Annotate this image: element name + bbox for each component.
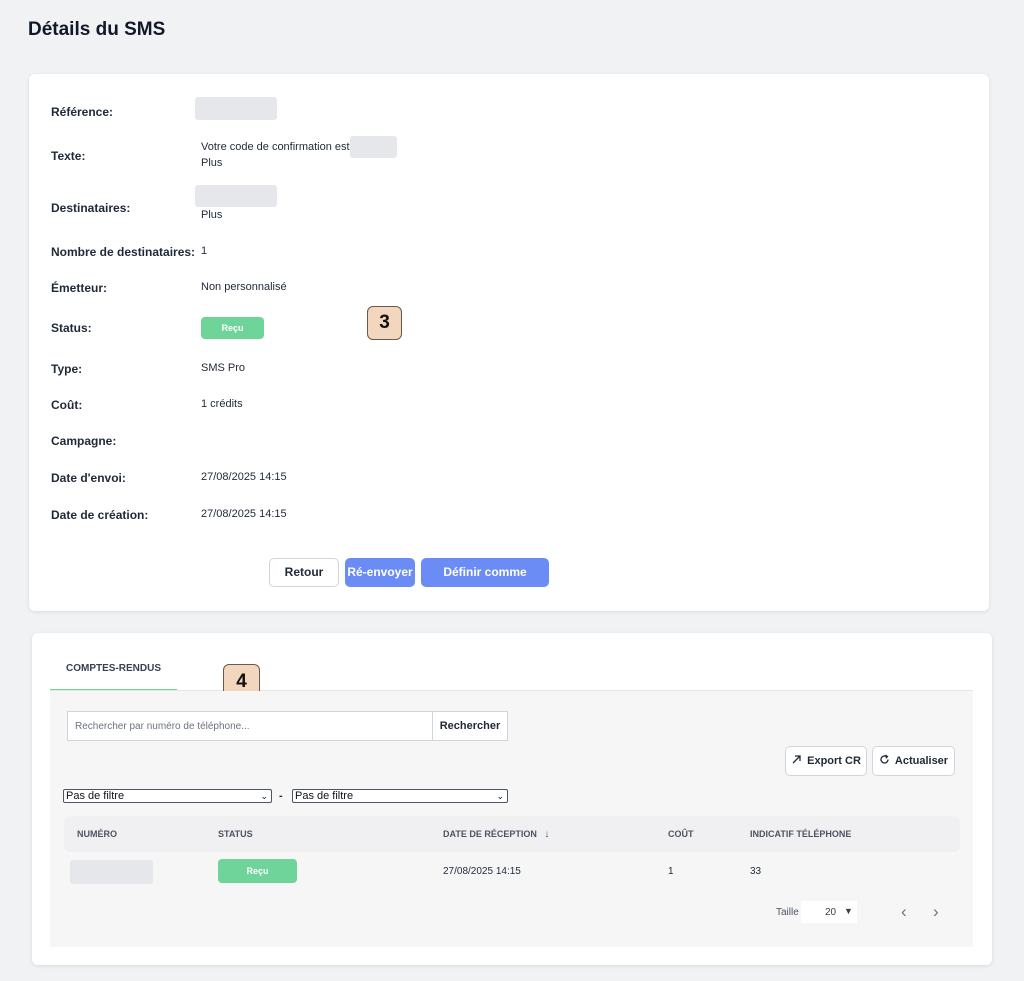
status-label: Status:	[51, 321, 92, 335]
caret-down-icon: ▼	[844, 906, 853, 916]
sender-label: Émetteur:	[51, 281, 108, 295]
text-redacted	[349, 136, 397, 158]
row-country-code: 33	[750, 866, 762, 877]
reports-card: COMPTES-RENDUS 4 Rechercher Export CR Ac…	[32, 633, 992, 965]
reference-value-redacted	[195, 97, 277, 123]
text-label: Texte:	[51, 149, 86, 163]
prev-page-icon[interactable]: ‹	[901, 902, 907, 922]
send-date-label: Date d'envoi:	[51, 471, 126, 485]
table-header: NUMÉRO STATUS DATE DE RÉCEPTION ↓ COÛT I…	[64, 816, 960, 852]
date-filter-value: Pas de filtre	[295, 790, 354, 802]
column-number[interactable]: NUMÉRO	[77, 829, 117, 839]
text-value: Votre code de confirmation est	[201, 136, 397, 158]
search-button[interactable]: Rechercher	[432, 711, 508, 741]
annotation-marker-3: 3	[367, 306, 402, 340]
sender-value: Non personnalisé	[201, 281, 287, 293]
page-title: Détails du SMS	[28, 19, 166, 40]
recipients-redacted	[195, 185, 277, 210]
date-filter-select[interactable]: Pas de filtre ⌄	[292, 789, 508, 803]
refresh-button[interactable]: Actualiser	[872, 746, 955, 776]
recipient-count-value: 1	[201, 245, 208, 257]
status-filter-select[interactable]: Pas de filtre ⌄	[63, 789, 272, 803]
sort-arrow-down-icon: ↓	[544, 829, 550, 840]
filter-separator: -	[279, 790, 283, 802]
chevron-down-icon: ⌄	[260, 791, 268, 801]
row-status-badge: Reçu	[218, 859, 297, 883]
send-date-value: 27/08/2025 14:15	[201, 471, 287, 483]
page-size-label: Taille	[776, 907, 799, 918]
export-cr-button[interactable]: Export CR	[785, 746, 867, 776]
column-country-code[interactable]: INDICATIF TÉLÉPHONE	[750, 829, 851, 839]
cost-value: 1 crédits	[201, 398, 243, 410]
type-value: SMS Pro	[201, 362, 246, 374]
sms-details-card: Référence: Texte: Votre code de confirma…	[29, 74, 989, 611]
refresh-icon	[879, 754, 890, 768]
column-status[interactable]: STATUS	[218, 829, 253, 839]
cost-label: Coût:	[51, 398, 83, 412]
phone-search-input[interactable]	[67, 711, 433, 741]
type-label: Type:	[51, 362, 83, 376]
recipient-count-label: Nombre de destinataires:	[51, 245, 196, 259]
column-cost[interactable]: COÛT	[668, 829, 694, 839]
status-filter-value: Pas de filtre	[66, 790, 125, 802]
campaign-label: Campagne:	[51, 434, 117, 448]
resend-button[interactable]: Ré-envoyer	[345, 558, 415, 587]
set-template-button[interactable]: Définir comme modèle	[421, 558, 549, 608]
text-content: Votre code de confirmation est	[201, 141, 350, 153]
back-button[interactable]: Retour	[269, 558, 339, 587]
refresh-label: Actualiser	[894, 755, 949, 767]
text-more-link[interactable]: Plus	[201, 157, 222, 169]
next-page-icon[interactable]: ›	[933, 902, 939, 922]
row-cost: 1	[668, 866, 674, 877]
recipients-label: Destinataires:	[51, 201, 131, 215]
arrow-up-right-icon	[791, 754, 802, 768]
column-received-date[interactable]: DATE DE RÉCEPTION ↓	[443, 829, 549, 840]
status-badge: Reçu	[201, 317, 264, 339]
reports-panel: Rechercher Export CR Actualiser Pas de f…	[50, 691, 973, 947]
tab-reports[interactable]: COMPTES-RENDUS	[50, 663, 177, 691]
chevron-down-icon: ⌄	[496, 791, 504, 801]
recipients-more-link[interactable]: Plus	[201, 209, 222, 221]
created-date-label: Date de création:	[51, 508, 149, 522]
export-cr-label: Export CR	[807, 755, 861, 767]
reference-label: Référence:	[51, 105, 114, 119]
created-date-value: 27/08/2025 14:15	[201, 508, 287, 520]
number-redacted	[70, 860, 153, 884]
page-size-value: 20	[825, 907, 837, 918]
row-received-date: 27/08/2025 14:15	[443, 866, 521, 877]
page-size-select[interactable]: 20 ▼	[801, 901, 857, 923]
